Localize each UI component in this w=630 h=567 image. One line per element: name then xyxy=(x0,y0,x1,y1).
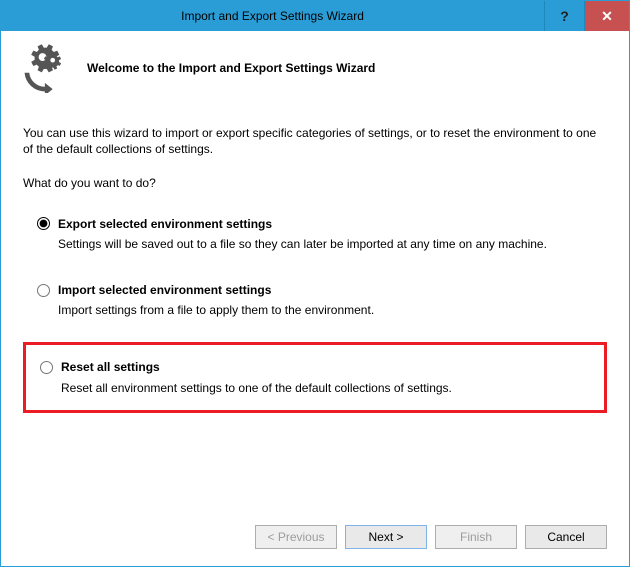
previous-button: < Previous xyxy=(255,525,337,549)
close-button[interactable]: ✕ xyxy=(584,1,629,31)
titlebar: Import and Export Settings Wizard ? ✕ xyxy=(1,1,629,31)
help-icon: ? xyxy=(560,8,569,24)
option-import-desc: Import settings from a file to apply the… xyxy=(58,302,601,318)
option-import-head: Import selected environment settings xyxy=(37,282,601,298)
option-reset: Reset all settings Reset all environment… xyxy=(23,342,607,412)
option-reset-desc: Reset all environment settings to one of… xyxy=(61,380,598,396)
option-export-label[interactable]: Export selected environment settings xyxy=(58,216,272,232)
title-button-group: ? ✕ xyxy=(544,1,629,31)
question-text: What do you want to do? xyxy=(23,175,607,191)
cancel-button[interactable]: Cancel xyxy=(525,525,607,549)
wizard-window: Import and Export Settings Wizard ? ✕ We… xyxy=(0,0,630,567)
wizard-content: You can use this wizard to import or exp… xyxy=(1,107,629,508)
option-reset-label[interactable]: Reset all settings xyxy=(61,359,160,375)
wizard-footer: < Previous Next > Finish Cancel xyxy=(1,508,629,566)
radio-export[interactable] xyxy=(37,217,50,230)
wizard-heading: Welcome to the Import and Export Setting… xyxy=(87,61,375,75)
finish-button: Finish xyxy=(435,525,517,549)
option-import-label[interactable]: Import selected environment settings xyxy=(58,282,271,298)
radio-reset[interactable] xyxy=(40,361,53,374)
radio-import[interactable] xyxy=(37,284,50,297)
window-title: Import and Export Settings Wizard xyxy=(1,1,544,31)
wizard-header: Welcome to the Import and Export Setting… xyxy=(1,31,629,107)
option-import: Import selected environment settings Imp… xyxy=(23,276,607,324)
intro-text: You can use this wizard to import or exp… xyxy=(23,125,607,157)
option-export: Export selected environment settings Set… xyxy=(23,210,607,258)
help-button[interactable]: ? xyxy=(544,1,584,31)
gears-icon xyxy=(23,43,73,93)
next-button[interactable]: Next > xyxy=(345,525,427,549)
close-icon: ✕ xyxy=(601,8,613,25)
option-export-desc: Settings will be saved out to a file so … xyxy=(58,236,601,252)
option-export-head: Export selected environment settings xyxy=(37,216,601,232)
option-reset-head: Reset all settings xyxy=(40,359,598,375)
